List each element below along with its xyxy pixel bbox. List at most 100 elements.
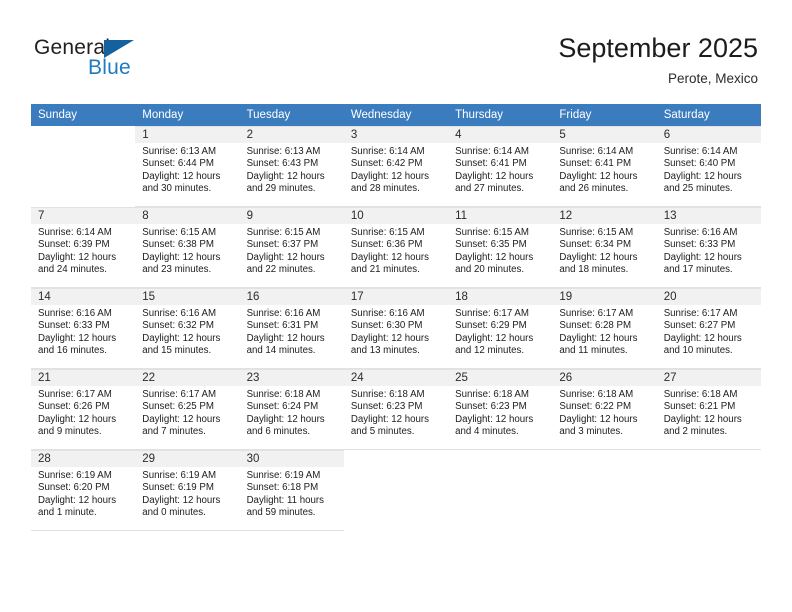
day-detail-line: Daylight: 12 hours — [38, 251, 117, 263]
day-detail-line: and 7 minutes. — [142, 426, 206, 438]
day-detail-line: Sunrise: 6:18 AM — [246, 389, 321, 400]
day-detail-line: Sunrise: 6:16 AM — [246, 308, 321, 319]
day-details: Sunrise: 6:17 AM Sunset: 6:26 PM Daylight:… — [31, 386, 135, 439]
calendar-day-cell[interactable]: 27 Sunrise: 6:18 AM Sunset: 6:21 PM Dayligh… — [656, 369, 761, 450]
weekday-header-monday: Monday — [135, 104, 240, 126]
day-cell-inner: 12 Sunrise: 6:15 AM Sunset: 6:34 PM Dayligh… — [552, 207, 657, 288]
day-details: Sunrise: 6:15 AM Sunset: 6:38 PM Daylight:… — [135, 224, 239, 277]
day-detail-line: Daylight: 12 hours — [350, 413, 429, 425]
calendar-page: General Blue September 2025 Perote, Mexi… — [0, 0, 792, 612]
day-detail-line: Sunrise: 6:14 AM — [38, 227, 112, 238]
calendar-day-cell[interactable]: 14 Sunrise: 6:16 AM Sunset: 6:33 PM Dayligh… — [31, 288, 136, 369]
page-header: General Blue September 2025 Perote, Mexi… — [0, 0, 792, 104]
calendar-day-cell[interactable]: 17 Sunrise: 6:16 AM Sunset: 6:30 PM Dayligh… — [343, 288, 449, 369]
calendar-day-cell[interactable]: 9 Sunrise: 6:15 AM Sunset: 6:37 PM Daylight… — [239, 207, 344, 288]
calendar-cell-empty — [343, 450, 449, 531]
day-detail-line: Daylight: 12 hours — [559, 332, 638, 344]
day-detail-line: Sunrise: 6:17 AM — [455, 308, 529, 319]
calendar-day-cell[interactable]: 20 Sunrise: 6:17 AM Sunset: 6:27 PM Dayligh… — [656, 288, 761, 369]
day-cell-inner: 8 Sunrise: 6:15 AM Sunset: 6:38 PM Daylight… — [135, 207, 240, 288]
day-details: Sunrise: 6:14 AM Sunset: 6:42 PM Daylight:… — [344, 143, 448, 196]
day-detail-line: and 16 minutes. — [38, 345, 107, 357]
calendar-day-cell[interactable]: 22 Sunrise: 6:17 AM Sunset: 6:25 PM Dayligh… — [135, 369, 240, 450]
day-detail-line: and 5 minutes. — [350, 426, 415, 438]
calendar-day-cell[interactable]: 10 Sunrise: 6:15 AM Sunset: 6:36 PM Dayligh… — [343, 207, 449, 288]
calendar-day-cell[interactable]: 11 Sunrise: 6:15 AM Sunset: 6:35 PM Dayligh… — [448, 207, 553, 288]
day-cell-inner: 29 Sunrise: 6:19 AM Sunset: 6:19 PM Dayligh… — [135, 450, 240, 531]
day-detail-line: Sunrise: 6:13 AM — [246, 146, 321, 157]
calendar-day-cell[interactable]: 21 Sunrise: 6:17 AM Sunset: 6:26 PM Dayligh… — [31, 369, 136, 450]
day-number: 9 — [239, 208, 344, 224]
day-detail-line: and 17 minutes. — [663, 264, 733, 276]
day-detail-line: Sunset: 6:36 PM — [350, 239, 423, 251]
day-cell-inner: 9 Sunrise: 6:15 AM Sunset: 6:37 PM Daylight… — [239, 207, 344, 288]
calendar-day-cell[interactable]: 15 Sunrise: 6:16 AM Sunset: 6:32 PM Dayligh… — [135, 288, 240, 369]
day-cell-inner: 30 Sunrise: 6:19 AM Sunset: 6:18 PM Dayligh… — [239, 450, 344, 531]
calendar-day-cell[interactable]: 30 Sunrise: 6:19 AM Sunset: 6:18 PM Dayligh… — [239, 450, 344, 531]
day-detail-line: Sunset: 6:21 PM — [663, 401, 736, 413]
day-detail-line: Sunset: 6:42 PM — [350, 158, 423, 170]
calendar-day-cell[interactable]: 29 Sunrise: 6:19 AM Sunset: 6:19 PM Dayligh… — [135, 450, 240, 531]
day-detail-line: Daylight: 12 hours — [246, 332, 325, 344]
calendar-day-cell[interactable]: 13 Sunrise: 6:16 AM Sunset: 6:33 PM Dayligh… — [656, 207, 761, 288]
day-detail-line: Sunrise: 6:19 AM — [142, 470, 217, 481]
general-blue-logo[interactable]: General Blue — [34, 36, 164, 84]
calendar-day-cell[interactable]: 12 Sunrise: 6:15 AM Sunset: 6:34 PM Dayligh… — [552, 207, 657, 288]
calendar-body: 1 Sunrise: 6:13 AM Sunset: 6:44 PM Daylight… — [31, 126, 761, 531]
calendar-day-cell[interactable]: 18 Sunrise: 6:17 AM Sunset: 6:29 PM Dayligh… — [448, 288, 553, 369]
calendar-day-cell[interactable]: 5 Sunrise: 6:14 AM Sunset: 6:41 PM Daylight… — [552, 126, 657, 207]
day-details: Sunrise: 6:17 AM Sunset: 6:28 PM Daylight:… — [552, 305, 656, 358]
day-detail-line: Sunset: 6:38 PM — [142, 239, 214, 251]
calendar-day-cell[interactable]: 4 Sunrise: 6:14 AM Sunset: 6:41 PM Daylight… — [448, 126, 553, 207]
day-detail-line: Daylight: 12 hours — [455, 251, 534, 263]
day-detail-line: Sunset: 6:31 PM — [246, 320, 319, 332]
day-number: 7 — [31, 208, 136, 224]
day-detail-line: Sunrise: 6:14 AM — [350, 146, 425, 157]
calendar-day-cell[interactable]: 8 Sunrise: 6:15 AM Sunset: 6:38 PM Daylight… — [135, 207, 240, 288]
day-detail-line: Daylight: 12 hours — [559, 251, 638, 263]
calendar-day-cell[interactable]: 28 Sunrise: 6:19 AM Sunset: 6:20 PM Dayligh… — [31, 450, 136, 531]
day-number: 20 — [656, 289, 761, 305]
day-details: Sunrise: 6:14 AM Sunset: 6:41 PM Daylight:… — [552, 143, 656, 196]
calendar-day-cell[interactable]: 2 Sunrise: 6:13 AM Sunset: 6:43 PM Daylight… — [239, 126, 344, 207]
day-details: Sunrise: 6:19 AM Sunset: 6:19 PM Daylight:… — [135, 467, 239, 520]
calendar-day-cell[interactable]: 19 Sunrise: 6:17 AM Sunset: 6:28 PM Dayligh… — [552, 288, 657, 369]
calendar-day-cell[interactable]: 23 Sunrise: 6:18 AM Sunset: 6:24 PM Dayligh… — [239, 369, 344, 450]
calendar-day-cell[interactable]: 24 Sunrise: 6:18 AM Sunset: 6:23 PM Dayligh… — [343, 369, 449, 450]
day-detail-line: Sunset: 6:25 PM — [142, 401, 214, 413]
day-number: 4 — [448, 127, 553, 143]
day-number: 26 — [552, 370, 657, 386]
calendar-day-cell[interactable]: 26 Sunrise: 6:18 AM Sunset: 6:22 PM Dayligh… — [552, 369, 657, 450]
calendar-day-cell[interactable]: 3 Sunrise: 6:14 AM Sunset: 6:42 PM Daylight… — [343, 126, 449, 207]
day-detail-line: Daylight: 12 hours — [38, 413, 117, 425]
day-cell-inner: 25 Sunrise: 6:18 AM Sunset: 6:23 PM Dayligh… — [448, 369, 553, 450]
day-detail-line: Daylight: 12 hours — [663, 332, 742, 344]
day-number: 29 — [135, 451, 240, 467]
day-detail-line: Sunrise: 6:17 AM — [142, 389, 217, 400]
day-detail-line: Sunrise: 6:18 AM — [559, 389, 634, 400]
calendar-day-cell[interactable]: 7 Sunrise: 6:14 AM Sunset: 6:39 PM Daylight… — [31, 207, 136, 288]
day-number: 14 — [31, 289, 136, 305]
calendar-day-cell[interactable]: 25 Sunrise: 6:18 AM Sunset: 6:23 PM Dayligh… — [448, 369, 553, 450]
day-detail-line: Daylight: 12 hours — [455, 170, 534, 182]
day-detail-line: and 27 minutes. — [455, 183, 525, 195]
day-detail-line: Daylight: 12 hours — [559, 170, 638, 182]
day-details: Sunrise: 6:15 AM Sunset: 6:36 PM Daylight:… — [344, 224, 448, 277]
day-detail-line: Daylight: 12 hours — [455, 332, 534, 344]
day-cell-inner: 24 Sunrise: 6:18 AM Sunset: 6:23 PM Dayligh… — [343, 369, 449, 450]
day-detail-line: Sunrise: 6:15 AM — [350, 227, 425, 238]
calendar-day-cell[interactable]: 6 Sunrise: 6:14 AM Sunset: 6:40 PM Daylight… — [656, 126, 761, 207]
calendar-day-cell[interactable]: 1 Sunrise: 6:13 AM Sunset: 6:44 PM Daylight… — [135, 126, 240, 207]
day-details: Sunrise: 6:15 AM Sunset: 6:37 PM Daylight:… — [240, 224, 344, 277]
day-detail-line: and 20 minutes. — [455, 264, 525, 276]
day-cell-inner: 20 Sunrise: 6:17 AM Sunset: 6:27 PM Dayligh… — [656, 288, 761, 369]
day-detail-line: Sunset: 6:29 PM — [455, 320, 527, 332]
day-detail-line: Sunrise: 6:13 AM — [142, 146, 217, 157]
day-detail-line: and 6 minutes. — [246, 426, 311, 438]
day-detail-line: Daylight: 12 hours — [350, 170, 429, 182]
calendar-day-cell[interactable]: 16 Sunrise: 6:16 AM Sunset: 6:31 PM Dayligh… — [239, 288, 344, 369]
day-detail-line: Sunset: 6:35 PM — [455, 239, 527, 251]
day-detail-line: Sunset: 6:23 PM — [350, 401, 423, 413]
day-cell-inner: 16 Sunrise: 6:16 AM Sunset: 6:31 PM Dayligh… — [239, 288, 344, 369]
day-detail-line: and 23 minutes. — [142, 264, 212, 276]
